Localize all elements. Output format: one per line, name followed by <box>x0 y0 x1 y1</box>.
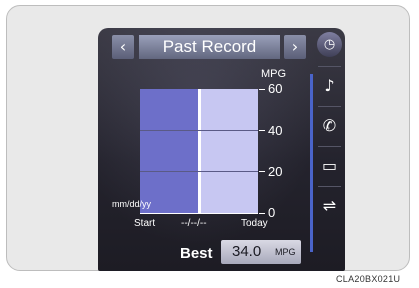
page-title: Past Record <box>139 35 280 59</box>
units-label: MPG <box>261 68 287 80</box>
gridline-40 <box>140 130 258 131</box>
chevron-left-icon: ‹ <box>119 37 127 56</box>
y-label-20: 20 <box>268 164 283 179</box>
previous-button[interactable]: ‹ <box>112 35 134 59</box>
sidebar-item-navigation[interactable]: ⇌ <box>314 188 345 224</box>
speedometer-icon: ◷ <box>317 32 342 57</box>
header-bar: ‹ Past Record › <box>112 35 307 59</box>
y-label-0: 0 <box>268 205 276 220</box>
x-label-date: --/--/-- <box>181 218 207 229</box>
sidebar-item-vehicle[interactable]: ▭ <box>314 148 345 184</box>
music-note-icon: ♪ <box>324 76 335 95</box>
sidebar-divider <box>310 74 313 252</box>
sidebar-separator <box>318 106 341 107</box>
sidebar-separator <box>318 146 341 147</box>
best-unit: MPG <box>275 247 296 257</box>
x-label-start: Start <box>134 218 156 229</box>
sidebar-item-audio[interactable]: ♪ <box>314 68 345 104</box>
y-tick-20 <box>259 171 265 172</box>
y-label-40: 40 <box>268 123 283 138</box>
sidebar-item-trip[interactable]: ◷ <box>314 28 345 64</box>
car-info-icon: ▭ <box>321 156 338 175</box>
bar-today <box>201 89 258 213</box>
x-axis-line <box>140 213 258 214</box>
best-label: Best <box>180 245 213 262</box>
y-label-60: 60 <box>268 81 283 96</box>
bar-start <box>140 89 198 213</box>
chart-plot-area <box>140 89 258 213</box>
sidebar-separator <box>318 66 341 67</box>
x-label-today: Today <box>241 218 268 229</box>
best-value: 34.0 <box>232 243 262 260</box>
y-tick-60 <box>259 89 265 90</box>
y-tick-0 <box>259 213 265 214</box>
screen: ‹ Past Record › MPG 60 40 20 0 mm/dd/yy … <box>98 28 345 271</box>
next-button[interactable]: › <box>284 35 306 59</box>
gridline-20 <box>140 171 258 172</box>
date-format-label: mm/dd/yy <box>112 199 152 209</box>
sidebar: ◷ ♪ ✆ ▭ ⇌ <box>314 28 345 271</box>
sidebar-separator <box>318 186 341 187</box>
road-icon: ⇌ <box>322 196 337 215</box>
best-value-box: 34.0 MPG <box>221 240 301 264</box>
chevron-right-icon: › <box>291 37 299 56</box>
phone-icon: ✆ <box>322 116 337 135</box>
y-tick-40 <box>259 130 265 131</box>
figure-caption: CLA20BX021U <box>336 274 401 284</box>
sidebar-item-phone[interactable]: ✆ <box>314 108 345 144</box>
